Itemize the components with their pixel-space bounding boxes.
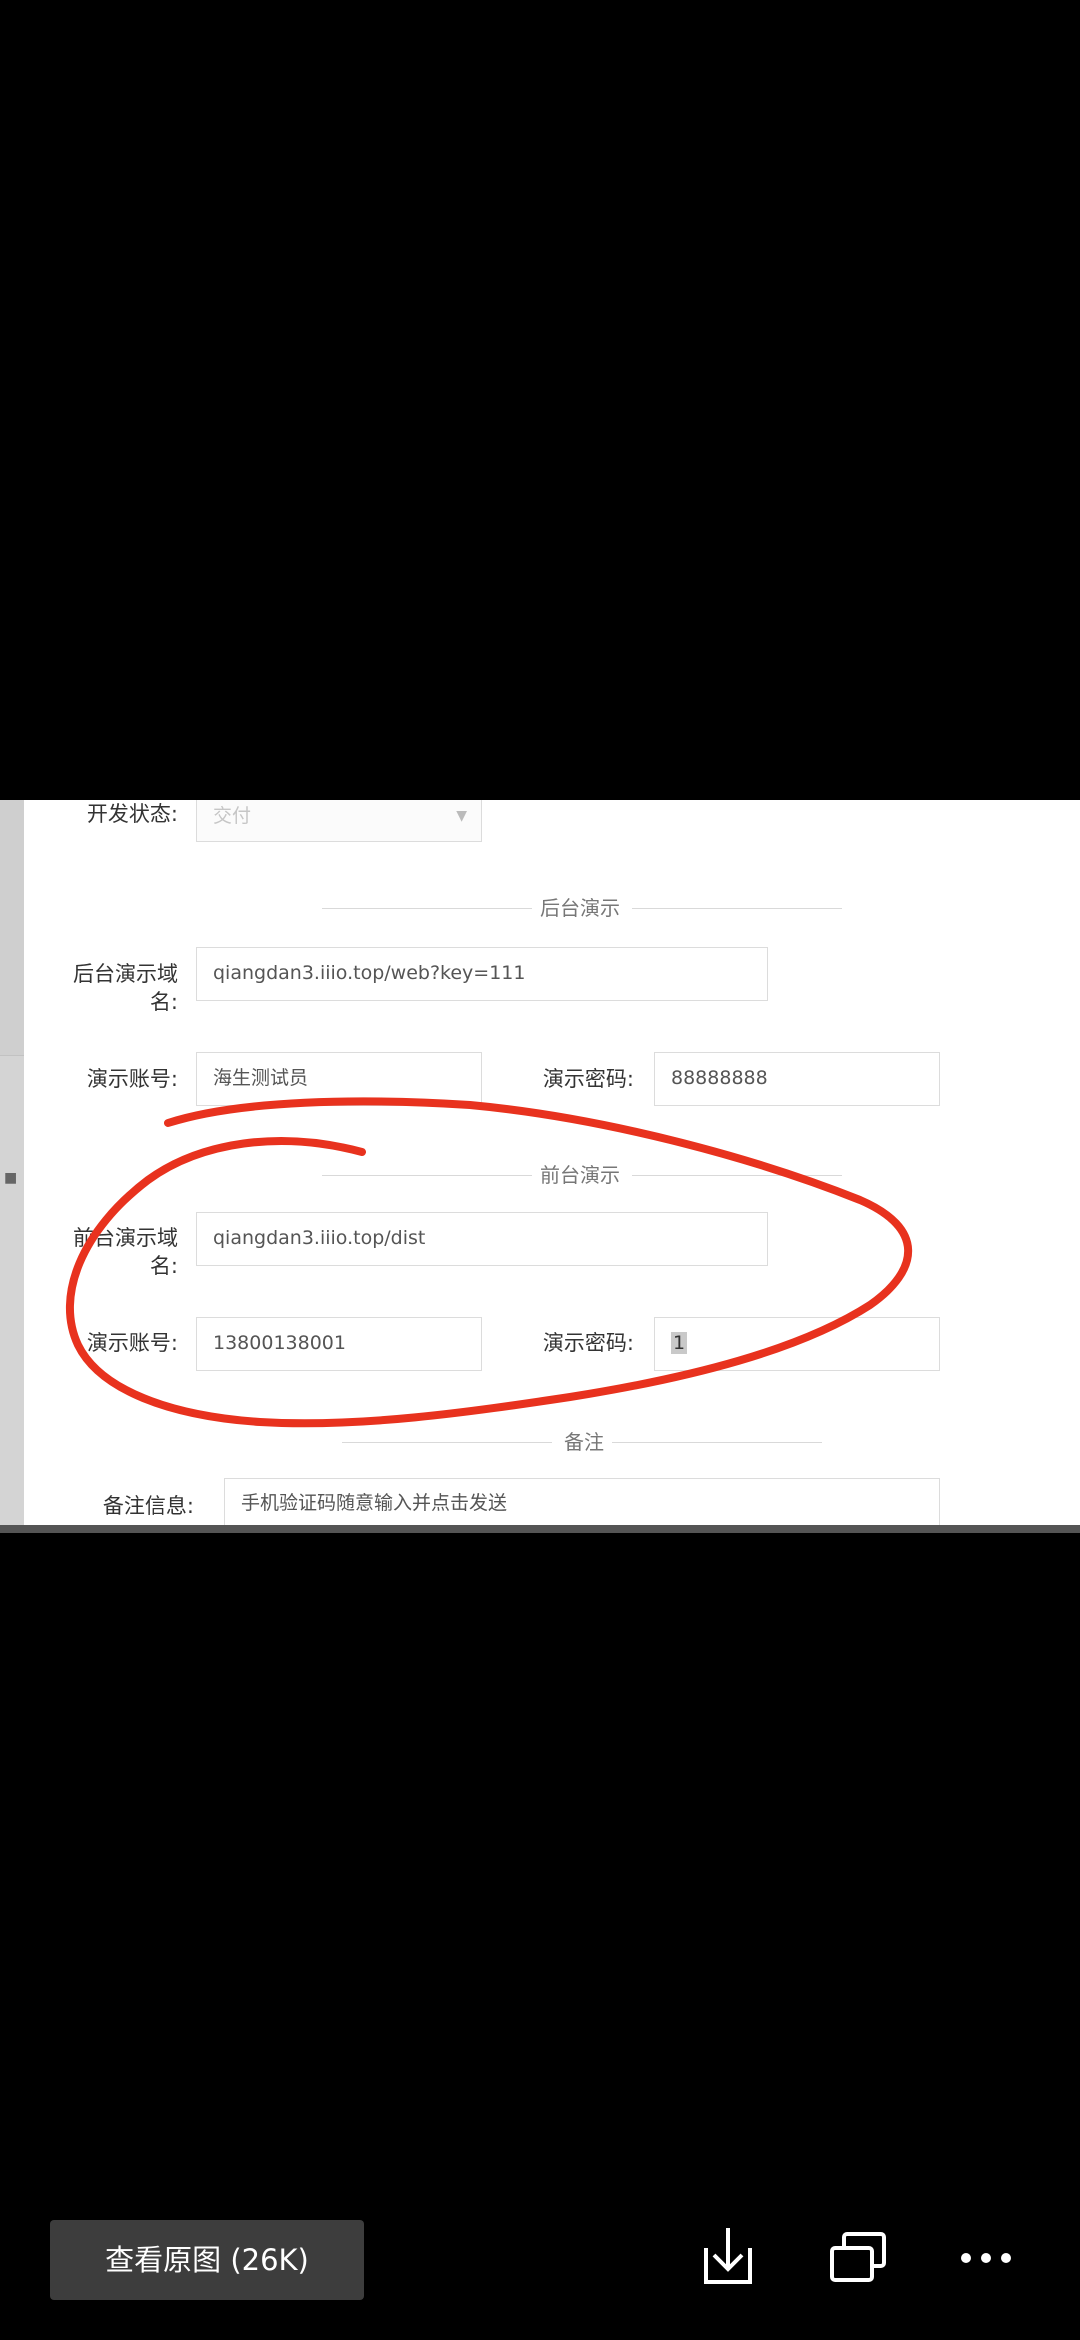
dev-status-select[interactable]: 交付 ▼: [196, 800, 482, 842]
backend-section-title: 后台演示: [540, 896, 620, 920]
chevron-down-icon: ▼: [456, 808, 467, 824]
view-original-button[interactable]: 查看原图 (26K): [50, 2220, 364, 2300]
frontend-account-input[interactable]: 13800138001: [196, 1317, 482, 1371]
notes-section-divider: 备注: [342, 1430, 822, 1454]
frontend-section-divider: 前台演示: [322, 1163, 842, 1187]
backend-account-input[interactable]: 海生测试员: [196, 1052, 482, 1106]
backend-domain-input[interactable]: qiangdan3.iiio.top/web?key=111: [196, 947, 768, 1001]
notes-line-1: 手机验证码随意输入并点击发送: [241, 1492, 508, 1514]
screenshot-photo: ■ 开发状态: 交付 ▼ 后台演示 后台演示域 名: qiangdan3.iii…: [0, 800, 1080, 1533]
frontend-password-value: 1: [671, 1332, 688, 1354]
multi-window-icon[interactable]: [818, 2218, 898, 2298]
photo-bottom-edge: [0, 1525, 1080, 1533]
backend-section-divider: 后台演示: [322, 896, 842, 920]
notes-section-title: 备注: [564, 1430, 604, 1454]
backend-password-label: 演示密码:: [542, 1067, 634, 1091]
frontend-section-title: 前台演示: [540, 1163, 620, 1187]
dev-status-label: 开发状态:: [86, 802, 178, 826]
sidebar-edge-glyph: ■: [4, 1170, 18, 1186]
download-icon[interactable]: [688, 2218, 768, 2298]
frontend-domain-label: 前台演示域 名:: [73, 1226, 178, 1278]
more-icon[interactable]: [946, 2218, 1026, 2298]
backend-domain-label: 后台演示域 名:: [73, 962, 178, 1014]
backend-password-input[interactable]: 88888888: [654, 1052, 940, 1106]
backend-account-label: 演示账号:: [86, 1067, 178, 1091]
frontend-password-label: 演示密码:: [542, 1331, 634, 1355]
notes-label: 备注信息:: [102, 1494, 194, 1518]
frontend-domain-input[interactable]: qiangdan3.iiio.top/dist: [196, 1212, 768, 1266]
frontend-password-input[interactable]: 1: [654, 1317, 940, 1371]
sidebar-edge: ■: [0, 800, 24, 1533]
frontend-account-label: 演示账号:: [86, 1331, 178, 1355]
dev-status-value: 交付: [213, 805, 252, 827]
